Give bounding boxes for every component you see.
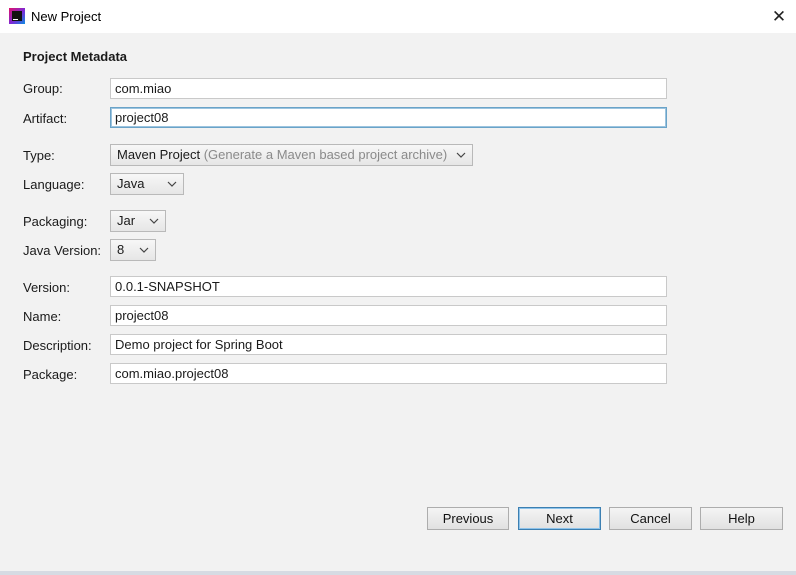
packaging-label: Packaging: xyxy=(23,214,88,229)
title-bar: New Project ✕ xyxy=(0,0,796,33)
java-version-value: 8 xyxy=(117,242,125,257)
language-select[interactable]: Java xyxy=(110,173,184,195)
type-hint: (Generate a Maven based project archive) xyxy=(203,147,448,162)
close-icon: ✕ xyxy=(771,6,787,26)
type-label: Type: xyxy=(23,148,55,163)
name-label: Name: xyxy=(23,309,62,324)
close-button[interactable]: ✕ xyxy=(762,0,796,33)
package-field[interactable] xyxy=(110,363,667,384)
version-field[interactable] xyxy=(110,276,667,297)
description-field[interactable] xyxy=(110,334,667,355)
name-field[interactable] xyxy=(110,305,667,326)
language-value: Java xyxy=(117,176,145,191)
type-value: Maven Project xyxy=(117,147,201,162)
java-version-select[interactable]: 8 xyxy=(110,239,156,261)
artifact-label: Artifact: xyxy=(23,111,68,126)
section-title: Project Metadata xyxy=(23,49,128,64)
artifact-field[interactable] xyxy=(110,107,667,128)
packaging-select[interactable]: Jar xyxy=(110,210,166,232)
window-title: New Project xyxy=(31,9,102,24)
next-button[interactable]: Next xyxy=(518,507,601,530)
group-label: Group: xyxy=(23,81,63,96)
description-label: Description: xyxy=(23,338,92,353)
chevron-down-icon xyxy=(456,152,466,158)
intellij-idea-icon xyxy=(9,8,25,24)
type-select[interactable]: Maven Project (Generate a Maven based pr… xyxy=(110,144,473,166)
chevron-down-icon xyxy=(139,247,149,253)
dialog-content: Project Metadata Group: Artifact: Type: … xyxy=(0,33,796,575)
version-label: Version: xyxy=(23,280,70,295)
language-label: Language: xyxy=(23,177,85,192)
group-field[interactable] xyxy=(110,78,667,99)
chevron-down-icon xyxy=(149,218,159,224)
previous-button[interactable]: Previous xyxy=(427,507,509,530)
packaging-value: Jar xyxy=(117,213,136,228)
help-button[interactable]: Help xyxy=(700,507,783,530)
chevron-down-icon xyxy=(167,181,177,187)
background-window-edge xyxy=(0,571,796,575)
cancel-button[interactable]: Cancel xyxy=(609,507,692,530)
package-label: Package: xyxy=(23,367,78,382)
java-version-label: Java Version: xyxy=(23,243,102,258)
